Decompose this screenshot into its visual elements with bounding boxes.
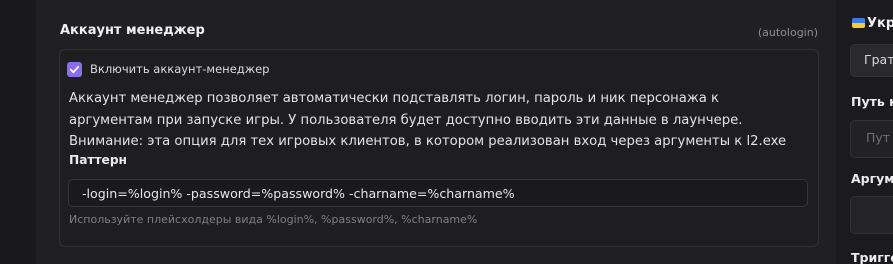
arguments-input[interactable]	[850, 196, 893, 234]
section-title: Аккаунт менеджер	[60, 23, 205, 38]
page: Аккаунт менеджер (autologin) Включить ак…	[0, 0, 893, 264]
pattern-hint: Используйте плейсхолдеры вида %login%, %…	[69, 213, 478, 226]
pattern-input[interactable]	[68, 179, 808, 207]
path-input-placeholder[interactable]: Пут	[866, 130, 890, 145]
trigger-label: Тригге	[851, 250, 893, 264]
left-gutter	[0, 0, 36, 264]
description-text: Аккаунт менеджер позволяет автоматически…	[69, 91, 787, 149]
ukraine-flag-icon	[852, 18, 865, 28]
pattern-label: Паттерн	[69, 153, 127, 167]
enable-account-manager-checkbox[interactable]	[67, 62, 82, 77]
arguments-label: Аргум	[851, 171, 893, 186]
check-icon	[69, 66, 80, 74]
checkbox-label[interactable]: Включить аккаунт-менеджер	[90, 62, 269, 76]
language-select-value[interactable]: Грат	[864, 52, 893, 67]
section-tag: (autologin)	[757, 26, 818, 39]
language-label: Укр	[867, 16, 893, 31]
path-label: Путь к	[851, 94, 893, 109]
